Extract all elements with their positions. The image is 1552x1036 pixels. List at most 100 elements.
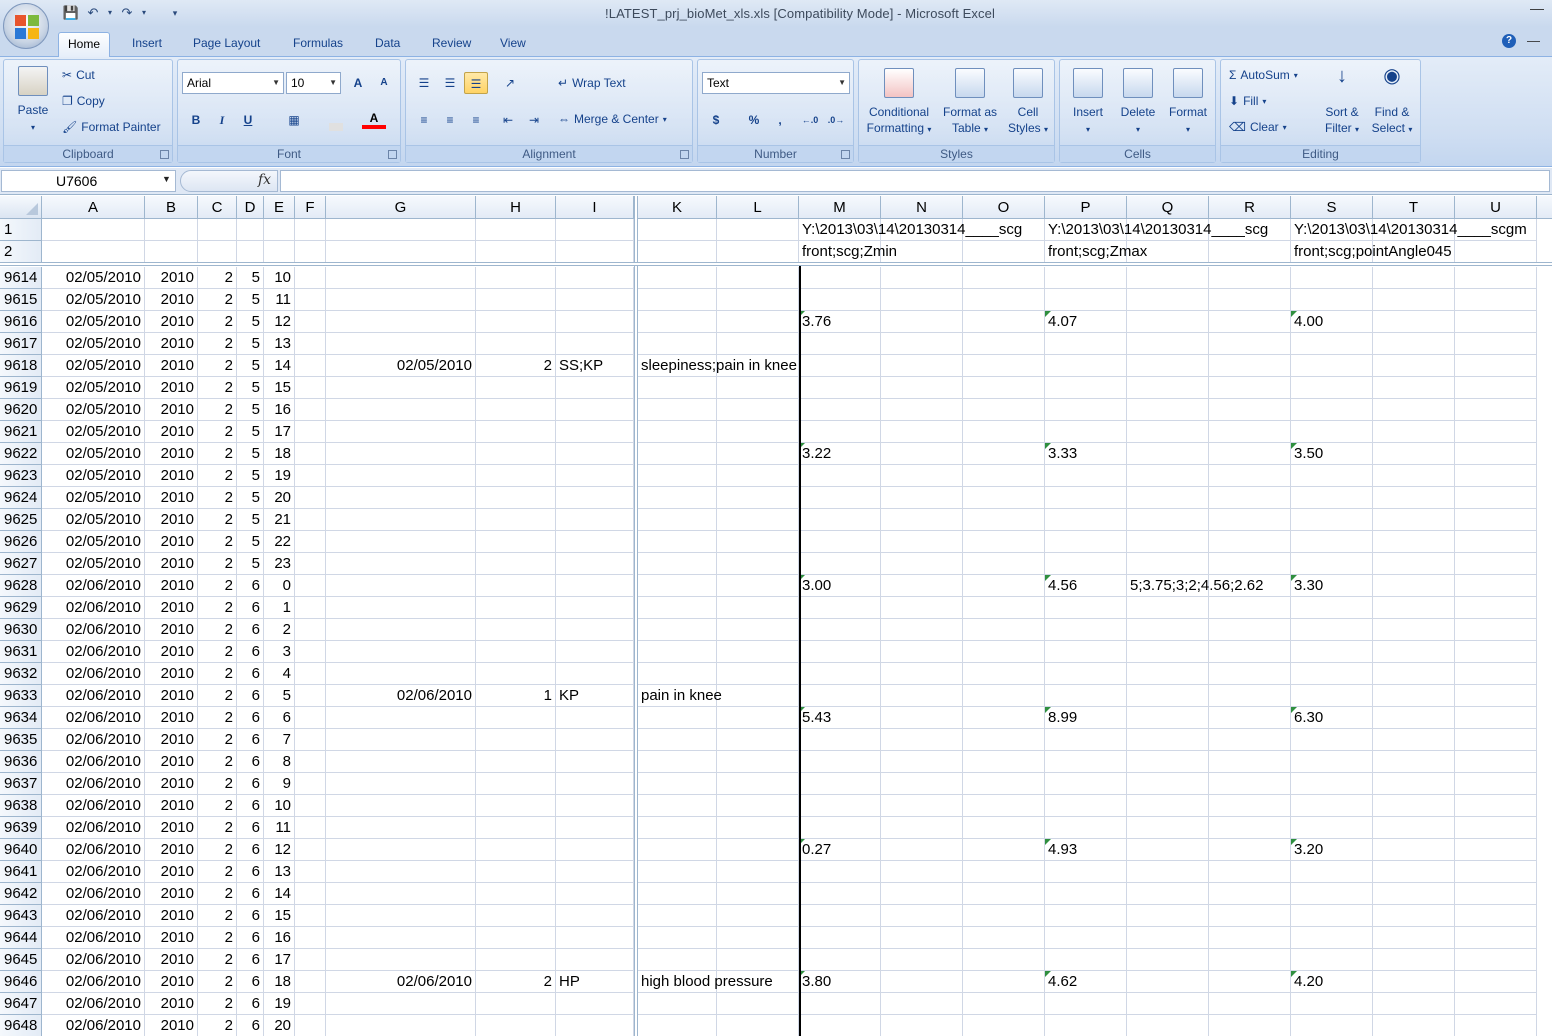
insert-function-icon[interactable]: fx bbox=[258, 172, 271, 188]
cell[interactable] bbox=[881, 883, 963, 905]
cell[interactable]: 6 bbox=[237, 663, 264, 685]
cell[interactable] bbox=[326, 575, 476, 597]
cell[interactable]: 2 bbox=[198, 795, 237, 817]
cell[interactable]: 1 bbox=[264, 597, 295, 619]
font-launcher-icon[interactable] bbox=[388, 150, 397, 159]
cell[interactable] bbox=[1455, 905, 1537, 927]
cell[interactable] bbox=[638, 993, 717, 1015]
cell[interactable]: 6 bbox=[237, 817, 264, 839]
cell[interactable] bbox=[638, 905, 717, 927]
cell[interactable]: 12 bbox=[264, 839, 295, 861]
cell[interactable] bbox=[326, 509, 476, 531]
cell[interactable]: 2 bbox=[198, 509, 237, 531]
cell[interactable] bbox=[638, 663, 717, 685]
cell[interactable] bbox=[476, 949, 556, 971]
cell[interactable] bbox=[963, 795, 1045, 817]
cell[interactable] bbox=[881, 971, 963, 993]
cell[interactable]: 02/05/2010 bbox=[42, 333, 145, 355]
cell[interactable]: 5 bbox=[237, 487, 264, 509]
cell[interactable] bbox=[963, 267, 1045, 289]
cell[interactable] bbox=[326, 883, 476, 905]
cell[interactable]: 2 bbox=[198, 619, 237, 641]
cell[interactable] bbox=[1373, 663, 1455, 685]
tab-data[interactable]: Data bbox=[366, 32, 409, 57]
cell[interactable] bbox=[1045, 751, 1127, 773]
cell[interactable] bbox=[295, 729, 326, 751]
cell[interactable] bbox=[1291, 531, 1373, 553]
cell[interactable] bbox=[1045, 465, 1127, 487]
tab-view[interactable]: View bbox=[491, 32, 535, 57]
cell[interactable]: 5 bbox=[237, 443, 264, 465]
cell[interactable] bbox=[638, 241, 717, 263]
cell[interactable]: 2 bbox=[198, 399, 237, 421]
cell[interactable] bbox=[295, 751, 326, 773]
cell[interactable] bbox=[326, 377, 476, 399]
cell[interactable] bbox=[717, 905, 799, 927]
cell[interactable] bbox=[476, 927, 556, 949]
cell[interactable] bbox=[295, 311, 326, 333]
cell[interactable]: 4 bbox=[264, 663, 295, 685]
cell[interactable] bbox=[476, 905, 556, 927]
cell[interactable] bbox=[1045, 927, 1127, 949]
column-header-s[interactable]: S bbox=[1291, 196, 1373, 219]
cell[interactable] bbox=[717, 641, 799, 663]
cell[interactable] bbox=[1127, 971, 1209, 993]
cell[interactable] bbox=[1127, 641, 1209, 663]
cell[interactable] bbox=[638, 883, 717, 905]
cell[interactable] bbox=[638, 817, 717, 839]
cell[interactable] bbox=[1455, 597, 1537, 619]
cell[interactable] bbox=[476, 399, 556, 421]
cell[interactable] bbox=[1045, 487, 1127, 509]
row-header[interactable]: 9646 bbox=[0, 971, 42, 993]
cell[interactable]: 02/06/2010 bbox=[326, 971, 476, 993]
cell[interactable]: 02/05/2010 bbox=[42, 355, 145, 377]
ribbon-minimize-button[interactable]: — bbox=[1527, 33, 1540, 48]
cell[interactable] bbox=[1291, 927, 1373, 949]
cell[interactable] bbox=[1291, 509, 1373, 531]
cell[interactable] bbox=[295, 795, 326, 817]
cell[interactable] bbox=[476, 267, 556, 289]
cell[interactable] bbox=[1455, 663, 1537, 685]
cell[interactable] bbox=[326, 839, 476, 861]
cell[interactable] bbox=[717, 443, 799, 465]
cell[interactable]: 6 bbox=[264, 707, 295, 729]
cell[interactable] bbox=[264, 241, 295, 263]
cell[interactable] bbox=[1455, 795, 1537, 817]
row-header[interactable]: 9630 bbox=[0, 619, 42, 641]
cell[interactable] bbox=[476, 861, 556, 883]
cell[interactable] bbox=[881, 311, 963, 333]
cell[interactable] bbox=[1373, 949, 1455, 971]
cell[interactable] bbox=[556, 333, 634, 355]
cell[interactable] bbox=[717, 729, 799, 751]
cut-button[interactable]: ✂ Cut bbox=[62, 68, 95, 82]
increase-decimal-button[interactable]: ←.0 bbox=[798, 109, 822, 131]
cell[interactable] bbox=[1127, 993, 1209, 1015]
cell[interactable] bbox=[326, 553, 476, 575]
insert-button[interactable]: Insert ▾ bbox=[1064, 68, 1112, 138]
cell[interactable] bbox=[1291, 993, 1373, 1015]
cell[interactable] bbox=[1455, 575, 1537, 597]
cell[interactable]: 2 bbox=[198, 333, 237, 355]
cell[interactable]: 02/06/2010 bbox=[42, 751, 145, 773]
cell[interactable] bbox=[1209, 729, 1291, 751]
cell[interactable] bbox=[799, 883, 881, 905]
cell[interactable]: 6 bbox=[237, 685, 264, 707]
cell[interactable] bbox=[1045, 817, 1127, 839]
cell[interactable]: 3.22 bbox=[799, 443, 881, 465]
cell[interactable]: 6 bbox=[237, 993, 264, 1015]
cell[interactable] bbox=[799, 773, 881, 795]
cell[interactable] bbox=[638, 575, 717, 597]
middle-align-button[interactable]: ☰ bbox=[438, 72, 462, 94]
cell[interactable] bbox=[881, 773, 963, 795]
row-header[interactable]: 9628 bbox=[0, 575, 42, 597]
align-center-button[interactable]: ≡ bbox=[438, 109, 462, 131]
cell[interactable]: 02/05/2010 bbox=[42, 267, 145, 289]
cell[interactable] bbox=[717, 509, 799, 531]
cell[interactable]: 2 bbox=[198, 355, 237, 377]
cell[interactable] bbox=[638, 487, 717, 509]
cell[interactable] bbox=[237, 219, 264, 241]
cell[interactable] bbox=[1209, 949, 1291, 971]
row-header[interactable]: 9626 bbox=[0, 531, 42, 553]
cell[interactable] bbox=[326, 333, 476, 355]
cell[interactable] bbox=[326, 241, 476, 263]
